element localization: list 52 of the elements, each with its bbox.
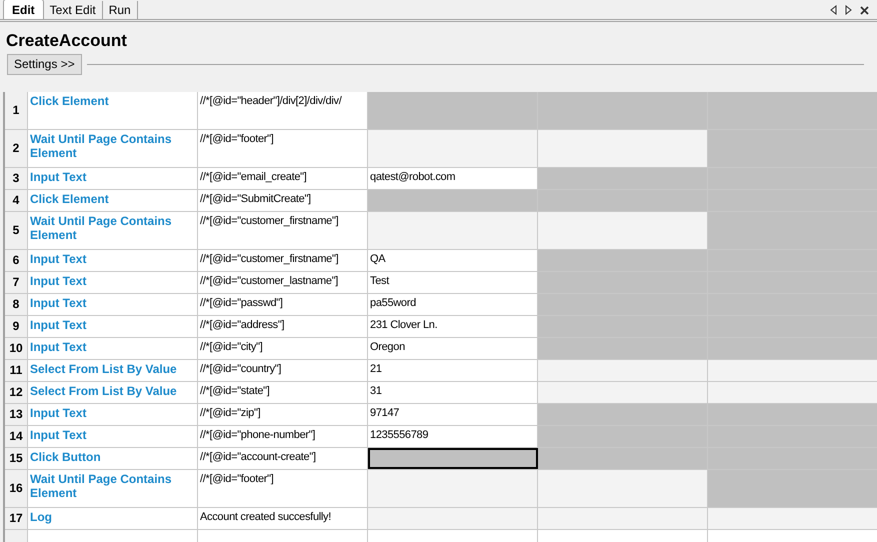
settings-button[interactable]: Settings >> bbox=[7, 54, 82, 74]
argument-cell[interactable]: //*[@id="city"] bbox=[198, 338, 368, 358]
argument-cell[interactable]: 97147 bbox=[368, 404, 538, 424]
keyword-cell[interactable]: Click Element bbox=[28, 190, 198, 210]
keyword-cell[interactable]: Select From List By Value bbox=[28, 360, 198, 380]
argument-cell[interactable]: //*[@id="footer"] bbox=[198, 470, 368, 506]
keyword-cell[interactable]: Log bbox=[28, 508, 198, 528]
argument-cell[interactable]: //*[@id="customer_lastname"] bbox=[198, 272, 368, 292]
argument-cell[interactable]: Account created succesfully! bbox=[198, 508, 368, 528]
argument-cell[interactable]: //*[@id="email_create"] bbox=[198, 168, 368, 188]
scroll-right-icon[interactable] bbox=[845, 5, 852, 15]
argument-cell[interactable]: //*[@id="customer_firstname"] bbox=[198, 250, 368, 270]
argument-cell[interactable]: //*[@id="account-create"] bbox=[198, 448, 368, 468]
argument-cell[interactable]: Oregon bbox=[368, 338, 538, 358]
argument-cell[interactable]: qatest@robot.com bbox=[368, 168, 538, 188]
keyword-cell[interactable]: Input Text bbox=[28, 294, 198, 314]
argument-cell[interactable]: QA bbox=[368, 250, 538, 270]
keyword-cell[interactable]: Input Text bbox=[28, 426, 198, 446]
keyword-cell[interactable]: Select From List By Value bbox=[28, 382, 198, 402]
tab[interactable]: Run bbox=[102, 1, 138, 19]
keyword-cell[interactable]: Wait Until Page Contains Element bbox=[28, 212, 198, 248]
keyword-cell[interactable]: Input Text bbox=[28, 272, 198, 292]
argument-cell[interactable]: 231 Clover Ln. bbox=[368, 316, 538, 336]
argument-cell[interactable]: 1235556789 bbox=[368, 426, 538, 446]
argument-cell[interactable]: //*[@id="SubmitCreate"] bbox=[198, 190, 368, 210]
keyword-cell[interactable]: Wait Until Page Contains Element bbox=[28, 470, 198, 506]
argument-cell[interactable]: //*[@id="header"]/div[2]/div/div/ bbox=[198, 92, 368, 128]
tab[interactable]: Text Edit bbox=[44, 1, 103, 19]
keyword-cell[interactable]: Wait Until Page Contains Element bbox=[28, 130, 198, 166]
close-icon[interactable] bbox=[860, 6, 869, 14]
page-title: CreateAccount bbox=[5, 30, 128, 52]
argument-cell[interactable]: //*[@id="passwd"] bbox=[198, 294, 368, 314]
keyword-cell[interactable]: Input Text bbox=[28, 316, 198, 336]
keyword-cell[interactable]: Click Button bbox=[28, 448, 198, 468]
keyword-cell[interactable]: Input Text bbox=[28, 168, 198, 188]
argument-cell[interactable]: //*[@id="zip"] bbox=[198, 404, 368, 424]
argument-cell[interactable]: 31 bbox=[368, 382, 538, 402]
tab[interactable]: Edit bbox=[3, 0, 44, 19]
argument-cell[interactable]: //*[@id="country"] bbox=[198, 360, 368, 380]
scroll-left-icon[interactable] bbox=[830, 5, 837, 15]
argument-cell[interactable]: //*[@id="footer"] bbox=[198, 130, 368, 166]
argument-cell[interactable]: //*[@id="state"] bbox=[198, 382, 368, 402]
argument-cell[interactable]: Test bbox=[368, 272, 538, 292]
argument-cell[interactable]: //*[@id="customer_firstname"] bbox=[198, 212, 368, 248]
keyword-cell[interactable]: Click Element bbox=[28, 92, 198, 128]
argument-cell[interactable]: pa55word bbox=[368, 294, 538, 314]
argument-cell[interactable]: 21 bbox=[368, 360, 538, 380]
keyword-cell[interactable]: Input Text bbox=[28, 250, 198, 270]
keyword-cell[interactable]: Input Text bbox=[28, 404, 198, 424]
argument-cell[interactable]: //*[@id="address"] bbox=[198, 316, 368, 336]
keyword-cell[interactable]: Input Text bbox=[28, 338, 198, 358]
argument-cell[interactable]: //*[@id="phone-number"] bbox=[198, 426, 368, 446]
